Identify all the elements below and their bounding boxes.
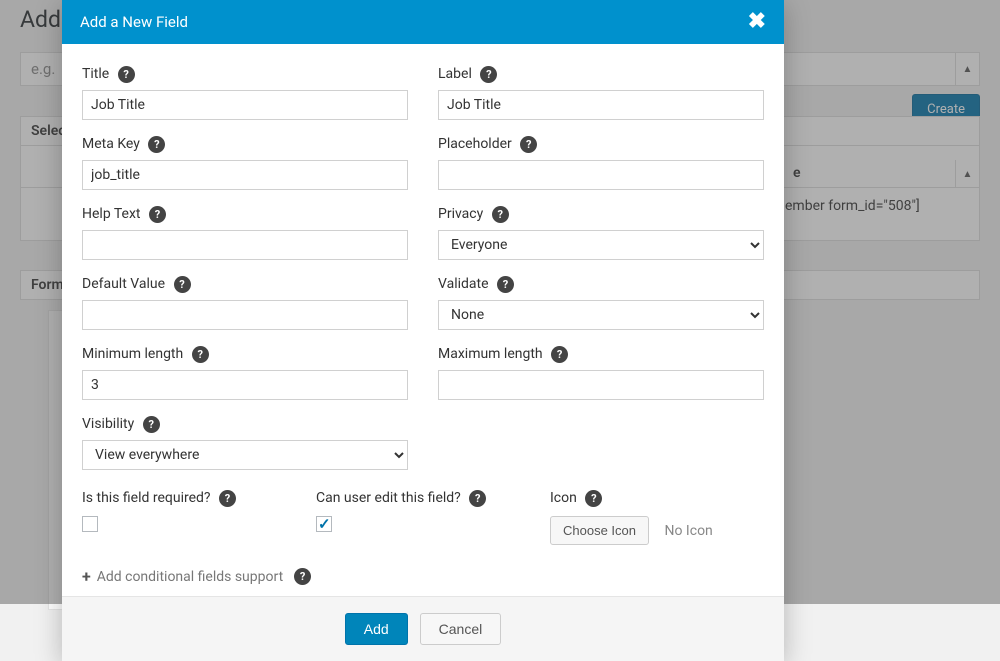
help-icon[interactable]: ? bbox=[118, 66, 135, 83]
max-length-label-text: Maximum length bbox=[438, 346, 543, 362]
field-label: Label ? bbox=[438, 66, 764, 120]
min-length-input[interactable] bbox=[82, 370, 408, 400]
add-field-modal: Add a New Field ✖ Title ? Met bbox=[62, 0, 784, 661]
default-value-input[interactable] bbox=[82, 300, 408, 330]
editable-checkbox[interactable] bbox=[316, 516, 332, 532]
required-col: Is this field required? ? bbox=[82, 490, 296, 545]
field-max-length: Maximum length ? bbox=[438, 346, 764, 400]
editable-label: Can user edit this field? ? bbox=[316, 490, 530, 507]
privacy-label-text: Privacy bbox=[438, 206, 483, 222]
help-icon[interactable]: ? bbox=[294, 568, 311, 585]
editable-label-text: Can user edit this field? bbox=[316, 490, 461, 506]
help-icon[interactable]: ? bbox=[149, 206, 166, 223]
plus-icon: + bbox=[82, 567, 91, 586]
field-min-length: Minimum length ? bbox=[82, 346, 408, 400]
modal-body: Title ? Meta Key ? H bbox=[62, 44, 784, 596]
modal-footer: Add Cancel bbox=[62, 596, 784, 661]
label-input[interactable] bbox=[438, 90, 764, 120]
field-validate: Validate ? None bbox=[438, 276, 764, 330]
field-placeholder: Placeholder ? bbox=[438, 136, 764, 190]
help-icon[interactable]: ? bbox=[174, 276, 191, 293]
help-icon[interactable]: ? bbox=[497, 276, 514, 293]
icon-status: No Icon bbox=[664, 523, 712, 539]
modal-overlay: Add a New Field ✖ Title ? Met bbox=[0, 0, 1000, 604]
help-text-input[interactable] bbox=[82, 230, 408, 260]
label-label-text: Label bbox=[438, 66, 472, 82]
visibility-label: Visibility ? bbox=[82, 416, 408, 433]
help-icon[interactable]: ? bbox=[192, 346, 209, 363]
field-privacy: Privacy ? Everyone bbox=[438, 206, 764, 260]
placeholder-input[interactable] bbox=[438, 160, 764, 190]
help-icon[interactable]: ? bbox=[480, 66, 497, 83]
privacy-select[interactable]: Everyone bbox=[438, 230, 764, 260]
icon-label: Icon ? bbox=[550, 490, 764, 507]
max-length-input[interactable] bbox=[438, 370, 764, 400]
close-icon[interactable]: ✖ bbox=[748, 11, 766, 33]
help-icon[interactable]: ? bbox=[219, 490, 236, 507]
help-icon[interactable]: ? bbox=[585, 490, 602, 507]
help-icon[interactable]: ? bbox=[143, 416, 160, 433]
label-label: Label ? bbox=[438, 66, 764, 83]
choose-icon-button[interactable]: Choose Icon bbox=[550, 516, 649, 545]
meta-key-label: Meta Key ? bbox=[82, 136, 408, 153]
validate-label: Validate ? bbox=[438, 276, 764, 293]
field-title: Title ? bbox=[82, 66, 408, 120]
field-visibility: Visibility ? View everywhere bbox=[82, 416, 408, 470]
help-icon[interactable]: ? bbox=[520, 136, 537, 153]
field-help-text: Help Text ? bbox=[82, 206, 408, 260]
icon-label-text: Icon bbox=[550, 490, 577, 506]
min-length-label-text: Minimum length bbox=[82, 346, 183, 362]
help-icon[interactable]: ? bbox=[551, 346, 568, 363]
options-row: Is this field required? ? Can user edit … bbox=[82, 490, 764, 545]
help-text-label-text: Help Text bbox=[82, 206, 141, 222]
title-input[interactable] bbox=[82, 90, 408, 120]
required-checkbox[interactable] bbox=[82, 516, 98, 532]
validate-label-text: Validate bbox=[438, 276, 489, 292]
add-button[interactable]: Add bbox=[345, 613, 408, 645]
icon-col: Icon ? Choose Icon No Icon bbox=[550, 490, 764, 545]
title-label: Title ? bbox=[82, 66, 408, 83]
visibility-label-text: Visibility bbox=[82, 416, 134, 432]
placeholder-label-text: Placeholder bbox=[438, 136, 512, 152]
conditional-row[interactable]: + Add conditional fields support ? bbox=[82, 567, 764, 586]
left-column: Title ? Meta Key ? H bbox=[82, 66, 408, 486]
placeholder-label: Placeholder ? bbox=[438, 136, 764, 153]
modal-header: Add a New Field ✖ bbox=[62, 0, 784, 44]
visibility-select[interactable]: View everywhere bbox=[82, 440, 408, 470]
meta-key-label-text: Meta Key bbox=[82, 136, 140, 152]
default-value-label: Default Value ? bbox=[82, 276, 408, 293]
help-icon[interactable]: ? bbox=[492, 206, 509, 223]
privacy-label: Privacy ? bbox=[438, 206, 764, 223]
required-label-text: Is this field required? bbox=[82, 490, 211, 506]
field-default-value: Default Value ? bbox=[82, 276, 408, 330]
help-text-label: Help Text ? bbox=[82, 206, 408, 223]
default-value-label-text: Default Value bbox=[82, 276, 165, 292]
right-column: Label ? Placeholder ? bbox=[438, 66, 764, 486]
help-icon[interactable]: ? bbox=[148, 136, 165, 153]
min-length-label: Minimum length ? bbox=[82, 346, 408, 363]
editable-col: Can user edit this field? ? bbox=[316, 490, 530, 545]
conditional-label: Add conditional fields support bbox=[97, 569, 283, 585]
validate-select[interactable]: None bbox=[438, 300, 764, 330]
help-icon[interactable]: ? bbox=[469, 490, 486, 507]
max-length-label: Maximum length ? bbox=[438, 346, 764, 363]
title-label-text: Title bbox=[82, 66, 109, 82]
required-label: Is this field required? ? bbox=[82, 490, 296, 507]
cancel-button[interactable]: Cancel bbox=[420, 613, 502, 645]
meta-key-input[interactable] bbox=[82, 160, 408, 190]
modal-title: Add a New Field bbox=[80, 13, 188, 31]
field-meta-key: Meta Key ? bbox=[82, 136, 408, 190]
